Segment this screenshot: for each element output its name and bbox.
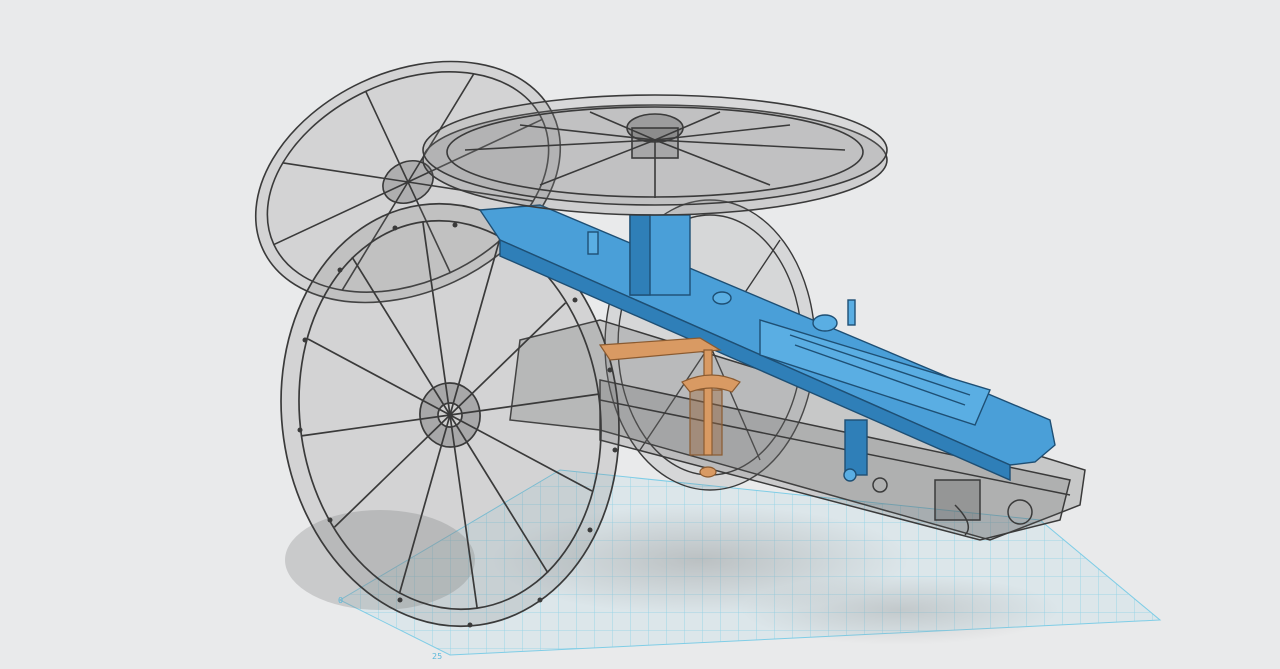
3d-viewport[interactable]: 0 25	[0, 0, 1280, 664]
grid-label-25: 25	[432, 652, 443, 661]
model-scene[interactable]	[0, 0, 1280, 664]
grid-label-origin: 0	[338, 596, 344, 605]
spare-wheel[interactable]	[422, 94, 888, 216]
